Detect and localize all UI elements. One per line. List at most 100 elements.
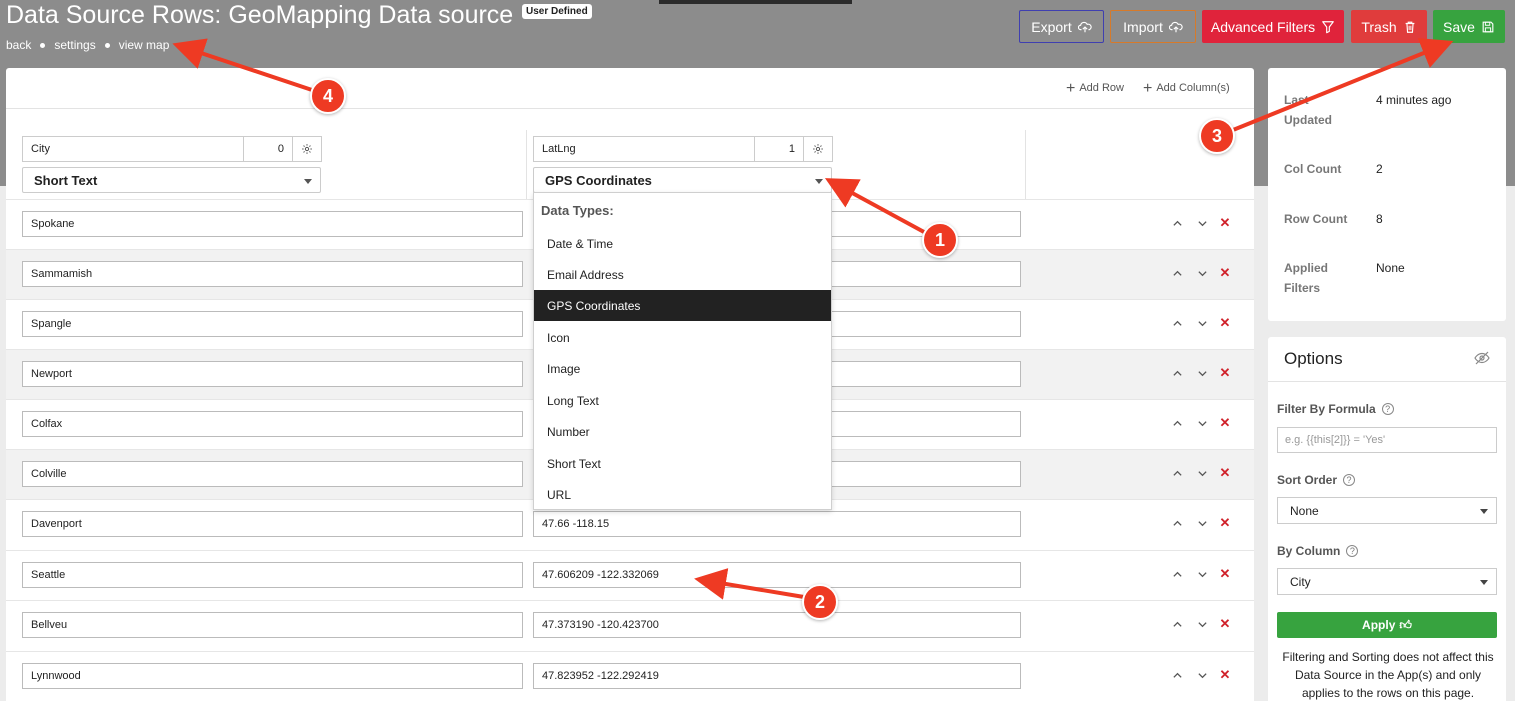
- import-button[interactable]: Import: [1110, 10, 1196, 43]
- city-cell[interactable]: Bellveu: [22, 612, 523, 638]
- delete-row-button[interactable]: ✕: [1218, 365, 1232, 381]
- column-name-field[interactable]: City 0: [22, 136, 322, 162]
- move-up-button[interactable]: [1170, 616, 1184, 632]
- latlng-cell[interactable]: 47.606209 -122.332069: [533, 562, 1021, 588]
- chevron-down-icon: [1197, 520, 1207, 526]
- move-down-button[interactable]: [1195, 515, 1209, 531]
- save-label: Save: [1443, 18, 1475, 35]
- advanced-filters-button[interactable]: Advanced Filters: [1202, 10, 1344, 43]
- delete-row-button[interactable]: ✕: [1218, 215, 1232, 231]
- dropdown-option[interactable]: URL: [534, 479, 831, 510]
- delete-row-button[interactable]: ✕: [1218, 566, 1232, 582]
- sort-order-select[interactable]: None: [1277, 497, 1497, 524]
- move-down-button[interactable]: [1195, 465, 1209, 481]
- column-name[interactable]: LatLng: [534, 137, 755, 161]
- latlng-cell[interactable]: 47.373190 -120.423700: [533, 612, 1021, 638]
- move-up-button[interactable]: [1170, 515, 1184, 531]
- chevron-down-icon: [1197, 621, 1207, 627]
- save-button[interactable]: Save: [1433, 10, 1505, 43]
- chevron-down-icon: [1480, 509, 1488, 514]
- export-button[interactable]: Export: [1019, 10, 1104, 43]
- filter-formula-input[interactable]: e.g. {{this[2]}} = 'Yes': [1277, 427, 1497, 453]
- breadcrumb-back[interactable]: back: [6, 38, 31, 52]
- options-note: Filtering and Sorting does not affect th…: [1282, 650, 1494, 700]
- move-down-button[interactable]: [1195, 667, 1209, 683]
- delete-row-button[interactable]: ✕: [1218, 667, 1232, 683]
- chevron-down-icon: [1197, 672, 1207, 678]
- chevron-down-icon: [304, 179, 312, 184]
- add-column-button[interactable]: + Add Column(s): [1143, 80, 1230, 96]
- move-up-button[interactable]: [1170, 566, 1184, 582]
- column-type-value: Short Text: [34, 173, 98, 188]
- move-up-button[interactable]: [1170, 415, 1184, 431]
- city-cell[interactable]: Sammamish: [22, 261, 523, 287]
- city-cell[interactable]: Spokane: [22, 211, 523, 237]
- delete-row-button[interactable]: ✕: [1218, 265, 1232, 281]
- city-cell[interactable]: Newport: [22, 361, 523, 387]
- help-icon[interactable]: ?: [1343, 474, 1356, 486]
- by-column-select[interactable]: City: [1277, 568, 1497, 595]
- dropdown-option[interactable]: Icon: [534, 322, 831, 353]
- dropdown-option[interactable]: Long Text: [534, 385, 831, 416]
- move-up-button[interactable]: [1170, 265, 1184, 281]
- delete-row-button[interactable]: ✕: [1218, 415, 1232, 431]
- city-cell[interactable]: Spangle: [22, 311, 523, 337]
- move-down-button[interactable]: [1195, 566, 1209, 582]
- move-up-button[interactable]: [1170, 465, 1184, 481]
- column-name-field[interactable]: LatLng 1: [533, 136, 833, 162]
- trash-icon: [1405, 21, 1415, 33]
- column-type-select[interactable]: Short Text: [22, 167, 321, 193]
- city-cell[interactable]: Lynnwood: [22, 663, 523, 689]
- table-row: Lynnwood 47.823952 -122.292419 ✕: [6, 651, 1254, 701]
- column-type-select[interactable]: GPS Coordinates: [533, 167, 832, 193]
- trash-button[interactable]: Trash: [1351, 10, 1427, 43]
- move-down-button[interactable]: [1195, 415, 1209, 431]
- column-settings-button[interactable]: [293, 137, 321, 161]
- row-count-value: 8: [1376, 212, 1383, 226]
- move-down-button[interactable]: [1195, 365, 1209, 381]
- help-icon[interactable]: ?: [1381, 403, 1394, 415]
- dropdown-option[interactable]: Image: [534, 353, 831, 384]
- plus-icon: +: [1066, 79, 1076, 97]
- move-up-button[interactable]: [1170, 315, 1184, 331]
- latlng-cell[interactable]: 47.66 -118.15: [533, 511, 1021, 537]
- grid-toolbar: + Add Row + Add Column(s): [6, 68, 1254, 109]
- column-settings-button[interactable]: [804, 137, 832, 161]
- annotation-marker-1: 1: [922, 222, 958, 258]
- column-index[interactable]: 0: [244, 137, 293, 161]
- city-cell[interactable]: Seattle: [22, 562, 523, 588]
- move-down-button[interactable]: [1195, 315, 1209, 331]
- city-cell[interactable]: Davenport: [22, 511, 523, 537]
- breadcrumb-settings[interactable]: settings: [54, 38, 95, 52]
- breadcrumb-view-map[interactable]: view map: [119, 38, 170, 52]
- user-defined-badge: User Defined: [522, 4, 592, 19]
- move-up-button[interactable]: [1170, 215, 1184, 231]
- close-icon: ✕: [1219, 365, 1231, 380]
- move-up-button[interactable]: [1170, 365, 1184, 381]
- city-cell[interactable]: Colfax: [22, 411, 523, 437]
- move-down-button[interactable]: [1195, 265, 1209, 281]
- chevron-up-icon: [1172, 470, 1182, 476]
- top-bar-stub: [659, 0, 852, 4]
- delete-row-button[interactable]: ✕: [1218, 515, 1232, 531]
- eye-slash-icon[interactable]: [1474, 351, 1490, 365]
- dropdown-option-selected[interactable]: GPS Coordinates: [534, 290, 831, 321]
- column-index[interactable]: 1: [755, 137, 804, 161]
- latlng-cell[interactable]: 47.823952 -122.292419: [533, 663, 1021, 689]
- city-cell[interactable]: Colville: [22, 461, 523, 487]
- delete-row-button[interactable]: ✕: [1218, 315, 1232, 331]
- dropdown-option[interactable]: Short Text: [534, 448, 831, 479]
- dropdown-option[interactable]: Number: [534, 416, 831, 447]
- move-down-button[interactable]: [1195, 616, 1209, 632]
- delete-row-button[interactable]: ✕: [1218, 616, 1232, 632]
- dropdown-option[interactable]: Date & Time: [534, 228, 831, 259]
- column-name[interactable]: City: [23, 137, 244, 161]
- move-down-button[interactable]: [1195, 215, 1209, 231]
- delete-row-button[interactable]: ✕: [1218, 465, 1232, 481]
- help-icon[interactable]: ?: [1346, 545, 1359, 557]
- chevron-down-icon: [815, 179, 823, 184]
- dropdown-option[interactable]: Email Address: [534, 259, 831, 290]
- add-row-button[interactable]: + Add Row: [1066, 79, 1124, 97]
- move-up-button[interactable]: [1170, 667, 1184, 683]
- apply-button[interactable]: Apply 👍︎: [1277, 612, 1497, 638]
